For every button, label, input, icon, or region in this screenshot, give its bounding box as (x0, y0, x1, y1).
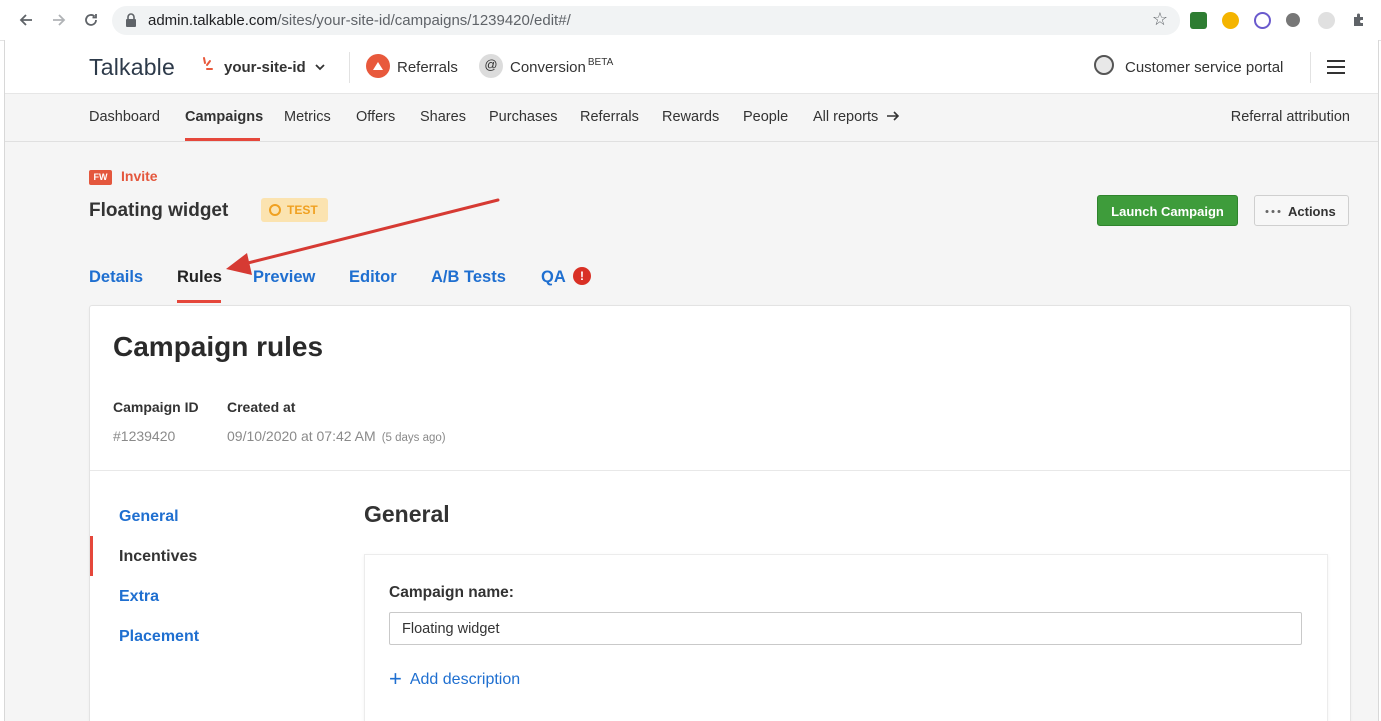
created-ago: (5 days ago) (381, 432, 446, 444)
conversion-product-icon[interactable]: @ (479, 54, 503, 78)
actions-button[interactable]: Actions (1254, 195, 1349, 226)
tab-ab-tests[interactable]: A/B Tests (431, 268, 506, 287)
general-settings-panel: Campaign name: +Add description (364, 554, 1328, 721)
tab-preview[interactable]: Preview (253, 268, 315, 287)
subnav-shares[interactable]: Shares (420, 109, 466, 125)
subnav-people[interactable]: People (743, 109, 788, 125)
star-icon[interactable]: ☆ (1152, 9, 1168, 30)
referral-attribution-link[interactable]: Referral attribution (1231, 109, 1350, 125)
divider (1310, 52, 1311, 83)
conversion-product-link[interactable]: Conversion BETA (510, 57, 614, 76)
tab-editor[interactable]: Editor (349, 268, 397, 287)
site-switcher[interactable]: your-site-id (224, 59, 306, 76)
extension-1-icon[interactable] (1190, 12, 1207, 29)
sidebar-item-extra[interactable]: Extra (119, 588, 159, 606)
sidebar-item-general[interactable]: General (119, 508, 179, 526)
campaign-name-label: Campaign name: (389, 584, 514, 601)
sub-navigation: Dashboard Campaigns Metrics Offers Share… (5, 94, 1378, 142)
subnav-dashboard[interactable]: Dashboard (89, 109, 160, 125)
talkable-logo[interactable]: Talkable (89, 54, 175, 81)
actions-label: Actions (1288, 204, 1336, 219)
status-dot-icon (269, 204, 281, 216)
subnav-active-indicator (185, 138, 260, 141)
tab-rules[interactable]: Rules (177, 268, 222, 287)
browser-toolbar: admin.talkable.com/sites/your-site-id/ca… (0, 0, 1381, 41)
extensions-icon[interactable] (1348, 9, 1370, 31)
customer-service-portal-link[interactable]: Customer service portal (1125, 59, 1283, 76)
customer-service-icon (1094, 55, 1114, 75)
tab-active-indicator (177, 300, 221, 303)
subnav-purchases[interactable]: Purchases (489, 109, 558, 125)
reload-icon[interactable] (80, 9, 102, 31)
campaign-type-label: Invite (121, 168, 158, 184)
top-navigation: Talkable your-site-id Referrals @ Conver… (5, 40, 1378, 94)
subnav-rewards[interactable]: Rewards (662, 109, 719, 125)
created-at-label: Created at (227, 399, 296, 415)
card-title: Campaign rules (113, 331, 324, 362)
divider (349, 52, 350, 83)
status-badge: TEST (261, 198, 328, 222)
extension-4-icon[interactable] (1286, 13, 1300, 27)
address-bar[interactable]: admin.talkable.com/sites/your-site-id/ca… (112, 6, 1180, 35)
plus-icon: + (389, 666, 402, 691)
campaign-id-value: #1239420 (113, 428, 176, 444)
sidebar-item-placement[interactable]: Placement (119, 628, 199, 646)
lock-icon (126, 13, 136, 27)
campaign-id-label: Campaign ID (113, 399, 199, 415)
extension-5-icon[interactable] (1318, 12, 1335, 29)
extension-3-icon[interactable] (1254, 12, 1271, 29)
referrals-product-icon[interactable] (366, 54, 390, 78)
divider (90, 470, 1350, 471)
forward-arrow-icon[interactable] (48, 9, 70, 31)
arrow-right-icon (887, 111, 900, 121)
subnav-campaigns[interactable]: Campaigns (185, 109, 263, 125)
created-at-value: 09/10/2020 at 07:42 AM (5 days ago) (227, 428, 446, 444)
campaign-name-input[interactable] (389, 612, 1302, 645)
chevron-down-icon[interactable] (314, 61, 326, 73)
extension-2-icon[interactable] (1222, 12, 1239, 29)
tab-details[interactable]: Details (89, 268, 143, 287)
qa-alert-icon: ! (573, 267, 591, 285)
add-description-link[interactable]: + Add description (389, 664, 520, 691)
campaign-rules-card: Campaign rules Campaign ID #1239420 Crea… (89, 305, 1351, 721)
campaign-type-badge: FW (89, 170, 112, 185)
launch-campaign-button[interactable]: Launch Campaign (1097, 195, 1238, 226)
app-frame: Talkable your-site-id Referrals @ Conver… (4, 40, 1379, 721)
tab-qa[interactable]: QA (541, 268, 566, 287)
url-text: admin.talkable.com/sites/your-site-id/ca… (148, 12, 571, 29)
beta-badge: BETA (587, 57, 614, 68)
subnav-referrals[interactable]: Referrals (580, 109, 639, 125)
logo-mark-icon (203, 57, 213, 70)
campaign-name-title: Floating widget (89, 200, 229, 221)
subnav-metrics[interactable]: Metrics (284, 109, 331, 125)
subnav-all-reports[interactable]: All reports (813, 109, 900, 125)
section-title: General (364, 501, 450, 527)
referrals-product-link[interactable]: Referrals (397, 59, 458, 76)
sidebar-active-indicator (90, 536, 93, 576)
back-arrow-icon[interactable] (15, 9, 37, 31)
subnav-offers[interactable]: Offers (356, 109, 395, 125)
more-dots-icon (1265, 210, 1281, 213)
sidebar-item-incentives[interactable]: Incentives (119, 548, 197, 566)
status-label: TEST (287, 203, 318, 217)
hamburger-menu-icon[interactable] (1327, 60, 1345, 74)
